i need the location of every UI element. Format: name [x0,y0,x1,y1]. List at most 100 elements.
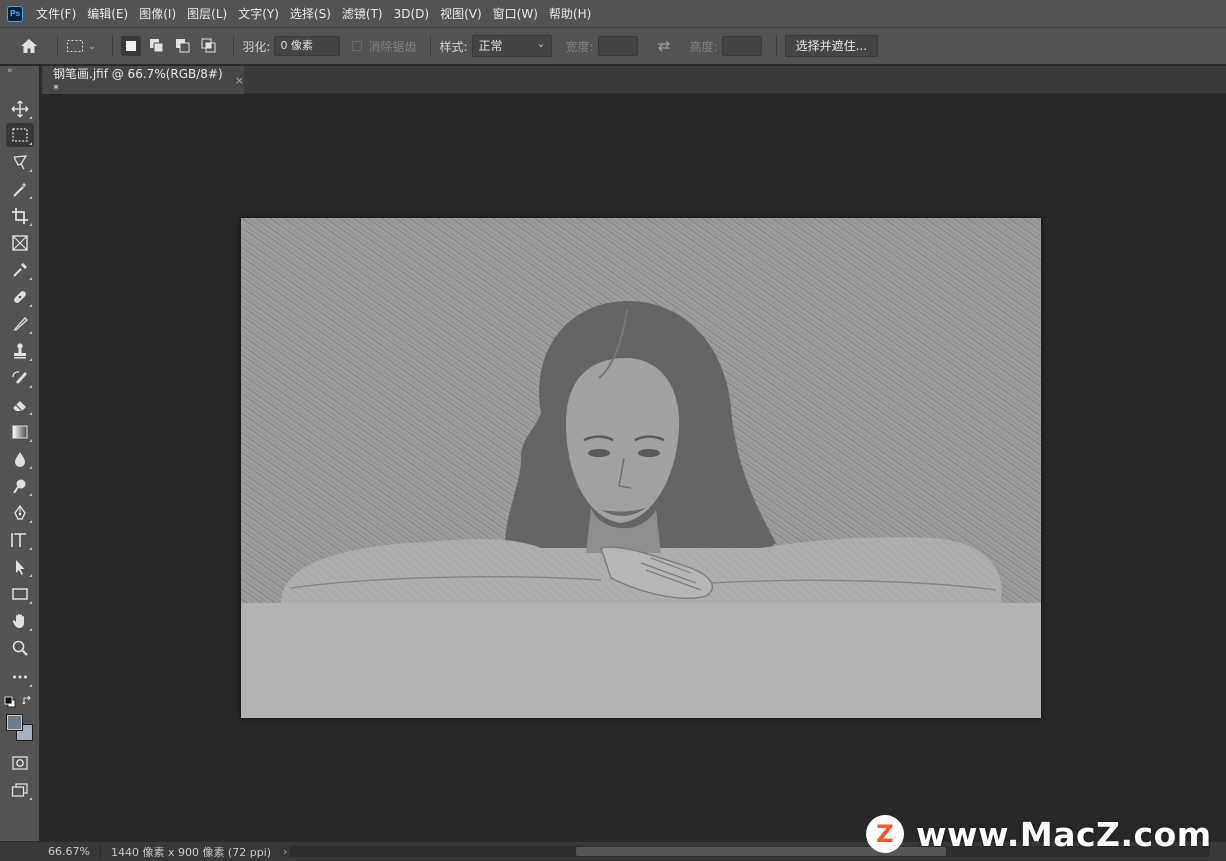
move-tool[interactable] [6,97,34,121]
clone-stamp-icon [14,343,26,359]
eraser-tool[interactable] [6,393,34,417]
document-canvas[interactable] [241,218,1041,718]
menu-3d[interactable]: 3D(D) [394,7,429,21]
rectangle-icon [12,588,28,600]
separator [99,844,101,859]
history-brush-icon [12,371,27,384]
zoom-level[interactable]: 66.67% [48,845,90,858]
marquee-preset-icon [67,40,83,52]
magic-wand-tool[interactable] [6,177,34,201]
path-selection-icon [16,560,25,575]
zoom-tool[interactable] [6,636,34,660]
blur-tool[interactable] [6,447,34,471]
document-tab-title: 钢笔画.jfif @ 66.7%(RGB/8#) * [53,66,223,96]
separator [112,35,114,57]
menu-filter[interactable]: 滤镜(T) [342,5,383,22]
panel-collapse-icon[interactable]: » [7,66,13,76]
pencil-sketch-portrait-image [241,218,1041,718]
lasso-icon [13,155,28,170]
macz-logo: Z [866,815,904,853]
frame-icon [12,235,28,251]
height-label: 高度: [689,39,718,54]
default-colors-button[interactable] [4,696,16,708]
rectangle-tool[interactable] [6,582,34,606]
marquee-tool[interactable] [6,123,34,147]
new-selection-icon [126,41,137,51]
antialias-checkbox[interactable] [352,41,363,51]
subtract-selection-button[interactable] [173,36,193,56]
gradient-icon [12,425,28,439]
brush-icon [13,317,28,331]
antialias-label: 消除锯齿 [368,39,417,54]
frame-tool[interactable] [6,231,34,255]
more-tools-button[interactable] [6,665,34,689]
brush-tool[interactable] [6,312,34,336]
document-tab-bar: 钢笔画.jfif @ 66.7%(RGB/8#) * × [41,66,1226,96]
history-brush-tool[interactable] [6,366,34,390]
canvas-workspace [41,95,1226,841]
intersect-selection-icon [201,38,216,53]
magic-wand-icon [13,182,27,197]
type-tool[interactable] [6,528,34,552]
style-select[interactable]: 正常 [471,34,552,57]
document-info[interactable]: 1440 像素 x 900 像素 (72 ppi) [111,844,271,860]
swap-colors-icon [22,695,31,705]
lasso-tool[interactable] [6,150,34,174]
select-and-mask-button[interactable]: 选择并遮住... [784,35,879,57]
menu-image[interactable]: 图像(I) [139,5,176,22]
swap-dimensions-icon[interactable] [656,39,672,53]
default-colors-icon [4,696,16,708]
menu-layer[interactable]: 图层(L) [187,5,227,22]
blur-icon [15,452,25,467]
screen-mode-button[interactable] [6,778,34,802]
menu-select[interactable]: 选择(S) [290,5,331,22]
status-menu-arrow-icon[interactable]: › [283,845,287,858]
gradient-tool[interactable] [6,420,34,444]
healing-brush-tool[interactable] [6,285,34,309]
menu-file[interactable]: 文件(F) [36,5,76,22]
separator [430,35,432,57]
height-input[interactable] [721,36,762,56]
close-icon[interactable]: × [235,74,244,87]
watermark: Z www.MacZ.com [866,812,1212,856]
intersect-selection-button[interactable] [199,36,219,56]
add-selection-button[interactable] [147,36,167,56]
separator [775,35,777,57]
swap-colors-button[interactable] [22,695,34,707]
width-label: 宽度: [565,39,594,54]
path-selection-tool[interactable] [6,555,34,579]
tools-panel: » [0,66,40,841]
eyedropper-tool[interactable] [6,258,34,282]
crop-icon [12,208,28,224]
healing-brush-icon [14,291,26,303]
document-tab[interactable]: 钢笔画.jfif @ 66.7%(RGB/8#) * × [43,66,244,96]
quick-mask-button[interactable] [6,751,34,775]
options-bar: ⌄ 羽化: 0 像素 消除锯齿 样式: 正常 宽度: 高度: 选择并遮住... [0,28,1226,65]
width-input[interactable] [597,36,638,56]
foreground-color-swatch[interactable] [6,714,23,731]
pen-tool[interactable] [6,501,34,525]
subtract-selection-icon [176,39,190,53]
dodge-icon [13,479,26,494]
dodge-tool[interactable] [6,474,34,498]
hand-tool[interactable] [6,609,34,633]
eraser-icon [13,401,26,412]
quick-mask-icon [12,756,28,770]
new-selection-button[interactable] [121,36,142,56]
menu-type[interactable]: 文字(Y) [238,5,279,22]
screen-mode-icon [11,783,28,797]
feather-label: 羽化: [242,39,271,54]
separator [233,35,235,57]
home-button[interactable] [19,36,39,56]
menu-view[interactable]: 视图(V) [440,5,482,22]
watermark-text: www.MacZ.com [916,814,1212,854]
feather-input[interactable]: 0 像素 [274,36,341,56]
menu-edit[interactable]: 编辑(E) [87,5,128,22]
menu-window[interactable]: 窗口(W) [493,5,538,22]
clone-stamp-tool[interactable] [6,339,34,363]
style-label: 样式: [439,39,468,54]
menu-help[interactable]: 帮助(H) [549,5,591,22]
photoshop-logo: Ps [7,5,23,22]
tool-preset-picker[interactable]: ⌄ [66,38,96,54]
crop-tool[interactable] [6,204,34,228]
